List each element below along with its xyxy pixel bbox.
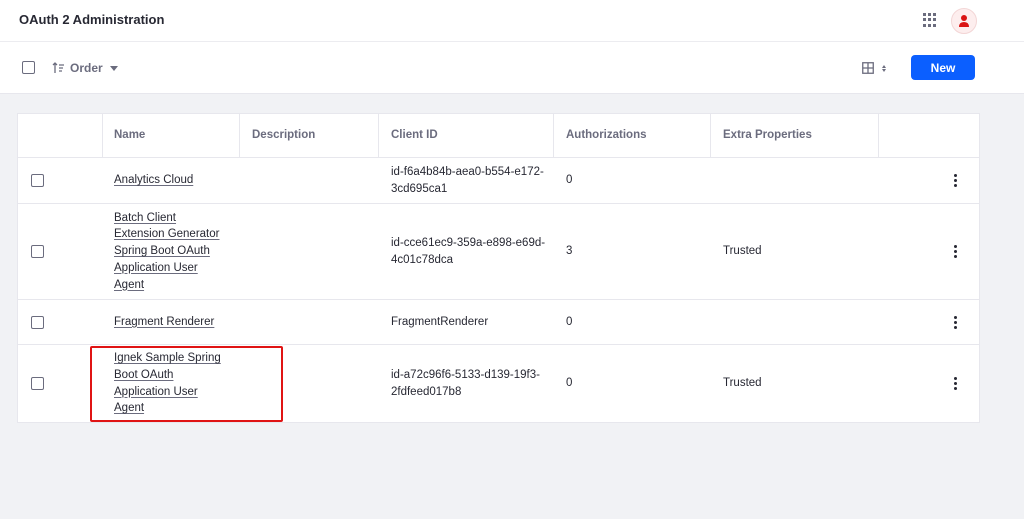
client-id: id-f6a4b84b-aea0-b554-e172- 3cd695ca1 (391, 165, 544, 195)
client-id: id-cce61ec9-359a-e898-e69d- 4c01c78dca (391, 236, 546, 266)
order-label: Order (70, 61, 103, 75)
kebab-menu-icon[interactable] (953, 315, 957, 330)
new-button[interactable]: New (911, 55, 975, 80)
top-bar: OAuth 2 Administration (0, 0, 1024, 42)
table-view-icon (862, 62, 874, 74)
display-style-button[interactable] (862, 59, 886, 77)
client-name-link[interactable]: Batch Client Extension Generator Spring … (114, 210, 219, 294)
kebab-menu-icon[interactable] (953, 244, 957, 259)
select-all-checkbox[interactable] (22, 61, 35, 74)
authorizations-count: 0 (566, 174, 573, 187)
table-row: Fragment Renderer FragmentRenderer 0 (18, 300, 979, 345)
kebab-menu-icon[interactable] (953, 173, 957, 188)
column-header-description[interactable]: Description (252, 114, 382, 157)
client-description (252, 158, 382, 203)
column-header-name[interactable]: Name (114, 114, 244, 157)
management-toolbar: Order (0, 42, 1024, 94)
client-description (252, 300, 382, 344)
column-header-client-id[interactable]: Client ID (391, 114, 551, 157)
extra-properties (723, 300, 873, 344)
client-id: id-a72c96f6-5133-d139-19f3- 2fdfeed017b8 (391, 368, 540, 398)
order-dropdown[interactable]: Order (52, 59, 118, 77)
chevron-down-icon (109, 65, 118, 71)
user-avatar[interactable] (951, 8, 977, 34)
row-checkbox[interactable] (31, 174, 44, 187)
column-header-extra-properties[interactable]: Extra Properties (723, 114, 873, 157)
row-checkbox[interactable] (31, 245, 44, 258)
row-checkbox[interactable] (31, 377, 44, 390)
user-icon (959, 15, 969, 27)
client-name-link[interactable]: Analytics Cloud (114, 172, 193, 189)
table-row: Analytics Cloud id-f6a4b84b-aea0-b554-e1… (18, 158, 979, 204)
app-title: OAuth 2 Administration (19, 12, 165, 27)
extra-properties: Trusted (723, 245, 762, 258)
authorizations-count: 0 (566, 315, 573, 328)
authorizations-count: 0 (566, 377, 573, 390)
client-description (252, 204, 382, 299)
extra-properties: Trusted (723, 377, 762, 390)
table-header: Name Description Client ID Authorization… (18, 114, 979, 158)
sort-arrows-icon (882, 64, 886, 72)
table-row: Batch Client Extension Generator Spring … (18, 204, 979, 300)
apps-grid-icon[interactable] (922, 12, 938, 28)
extra-properties (723, 158, 873, 203)
row-checkbox[interactable] (31, 315, 44, 329)
column-header-authorizations[interactable]: Authorizations (566, 114, 706, 157)
client-name-link[interactable]: Fragment Renderer (114, 314, 214, 331)
client-id: FragmentRenderer (391, 315, 489, 328)
highlight-annotation-box (90, 346, 283, 422)
authorizations-count: 3 (566, 245, 573, 258)
kebab-menu-icon[interactable] (953, 376, 957, 391)
sort-order-icon (52, 62, 65, 74)
